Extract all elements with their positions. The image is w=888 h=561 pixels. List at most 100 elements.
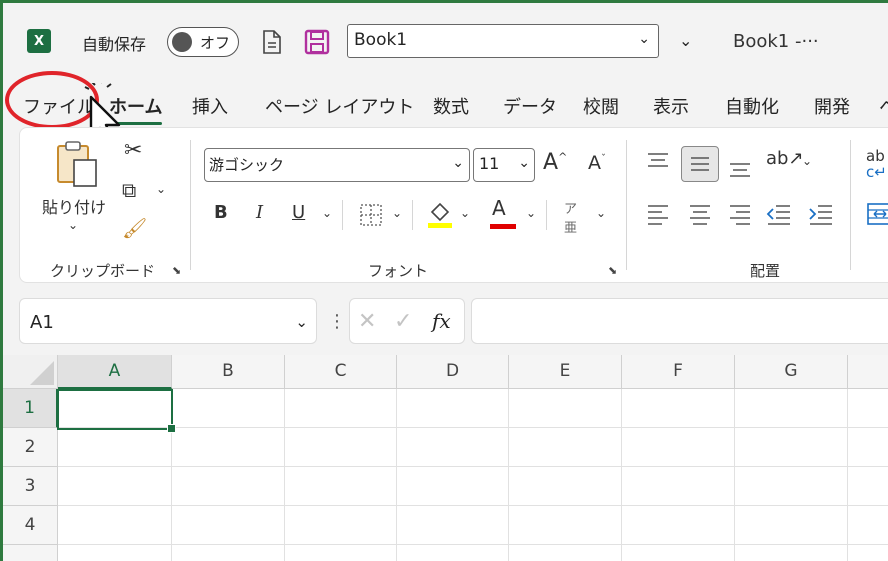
grid-cell[interactable] bbox=[622, 389, 735, 428]
grid-cell[interactable] bbox=[622, 428, 735, 467]
font-launcher-icon[interactable]: ⬊ bbox=[608, 264, 617, 277]
italic-button[interactable]: I bbox=[256, 202, 263, 223]
column-header-c[interactable]: C bbox=[285, 355, 397, 389]
grid-cell[interactable] bbox=[622, 467, 735, 506]
grid-cell[interactable] bbox=[848, 545, 888, 561]
tab-formulas[interactable]: 数式 bbox=[433, 93, 469, 119]
fill-color-chevron-down-icon[interactable]: ⌄ bbox=[460, 206, 470, 220]
increase-indent-icon[interactable] bbox=[808, 202, 834, 226]
align-right-icon[interactable] bbox=[728, 202, 752, 226]
grid-cell[interactable] bbox=[735, 467, 848, 506]
grid-cell[interactable] bbox=[397, 389, 509, 428]
grid-cell[interactable] bbox=[509, 389, 622, 428]
grid-cell[interactable] bbox=[397, 506, 509, 545]
grid-cell[interactable] bbox=[58, 467, 172, 506]
grid-cell[interactable] bbox=[172, 389, 285, 428]
font-size-combobox[interactable]: 11 ⌄ bbox=[473, 148, 535, 182]
grid-cell[interactable] bbox=[735, 545, 848, 561]
grid-cell[interactable] bbox=[735, 389, 848, 428]
column-header-f[interactable]: F bbox=[622, 355, 735, 389]
active-cell-a1[interactable] bbox=[57, 389, 176, 433]
align-bottom-icon[interactable] bbox=[728, 156, 752, 180]
row-header-5[interactable] bbox=[3, 545, 58, 561]
grid-cell[interactable] bbox=[848, 506, 888, 545]
phonetic-chevron-down-icon[interactable]: ⌄ bbox=[596, 206, 606, 220]
bold-button[interactable]: B bbox=[214, 202, 228, 223]
grid-cell[interactable] bbox=[397, 467, 509, 506]
document-save-location-icon[interactable] bbox=[261, 29, 283, 55]
format-painter-icon[interactable]: 🖌 bbox=[122, 216, 147, 240]
borders-chevron-down-icon[interactable]: ⌄ bbox=[392, 206, 402, 220]
row-header-1[interactable]: 1 bbox=[3, 389, 58, 428]
formula-input[interactable] bbox=[471, 298, 888, 344]
row-header-4[interactable]: 4 bbox=[3, 506, 58, 545]
font-name-combobox[interactable]: 游ゴシック ⌄ bbox=[204, 148, 470, 182]
grid-cell[interactable] bbox=[58, 545, 172, 561]
tab-automate[interactable]: 自動化 bbox=[725, 93, 779, 119]
tab-page-layout[interactable]: ページ レイアウト bbox=[265, 93, 414, 119]
enter-check-icon[interactable]: ✓ bbox=[394, 309, 412, 334]
more-options-icon[interactable]: ⋮ bbox=[328, 311, 346, 332]
grid-cell[interactable] bbox=[172, 467, 285, 506]
grid-cell[interactable] bbox=[848, 389, 888, 428]
grid-cell[interactable] bbox=[285, 506, 397, 545]
column-header-b[interactable]: B bbox=[172, 355, 285, 389]
align-left-icon[interactable] bbox=[646, 202, 670, 226]
grid-cell[interactable] bbox=[172, 506, 285, 545]
borders-icon[interactable] bbox=[358, 202, 384, 228]
column-header-a[interactable]: A bbox=[58, 355, 172, 389]
grid-cell[interactable] bbox=[285, 467, 397, 506]
tab-view[interactable]: 表示 bbox=[653, 93, 689, 119]
grow-font-button[interactable]: A^ bbox=[543, 150, 567, 175]
align-top-icon[interactable] bbox=[646, 150, 670, 174]
filename-combobox[interactable]: Book1 ⌄ bbox=[347, 24, 659, 58]
shrink-font-button[interactable]: Aˇ bbox=[588, 152, 606, 174]
grid-cell[interactable] bbox=[509, 428, 622, 467]
customize-qat-icon[interactable]: ⌄ bbox=[679, 31, 692, 50]
grid-cell[interactable] bbox=[622, 545, 735, 561]
align-middle-button[interactable] bbox=[681, 146, 719, 182]
tab-data[interactable]: データ bbox=[503, 93, 557, 119]
align-center-icon[interactable] bbox=[688, 202, 712, 226]
tab-help[interactable]: ヘ bbox=[879, 93, 888, 119]
fill-color-icon[interactable] bbox=[426, 198, 454, 230]
grid-cell[interactable] bbox=[848, 467, 888, 506]
decrease-indent-icon[interactable] bbox=[766, 202, 792, 226]
paste-label[interactable]: 貼り付け bbox=[42, 194, 106, 218]
column-header-h[interactable] bbox=[848, 355, 888, 389]
underline-button[interactable]: U bbox=[292, 202, 305, 223]
grid-cell[interactable] bbox=[848, 428, 888, 467]
wrap-text-icon[interactable]: ab c↵ bbox=[866, 148, 887, 180]
grid-cell[interactable] bbox=[285, 428, 397, 467]
tab-review[interactable]: 校閲 bbox=[583, 93, 619, 119]
font-color-chevron-down-icon[interactable]: ⌄ bbox=[526, 206, 536, 220]
grid-cell[interactable] bbox=[172, 428, 285, 467]
name-box[interactable]: A1 ⌄ bbox=[19, 298, 317, 344]
grid-cell[interactable] bbox=[172, 545, 285, 561]
grid-cell[interactable] bbox=[397, 428, 509, 467]
cut-scissors-icon[interactable]: ✂ bbox=[124, 138, 142, 163]
column-header-e[interactable]: E bbox=[509, 355, 622, 389]
autosave-toggle[interactable]: オフ bbox=[167, 27, 239, 57]
insert-function-icon[interactable]: fx bbox=[432, 309, 451, 333]
grid-cell[interactable] bbox=[509, 467, 622, 506]
tab-developer[interactable]: 開発 bbox=[814, 93, 850, 119]
grid-cell[interactable] bbox=[622, 506, 735, 545]
cancel-x-icon[interactable]: ✕ bbox=[358, 309, 376, 334]
column-header-g[interactable]: G bbox=[735, 355, 848, 389]
grid-cell[interactable] bbox=[58, 506, 172, 545]
font-color-button[interactable]: A bbox=[490, 196, 516, 229]
save-icon[interactable] bbox=[304, 29, 330, 55]
paste-chevron-down-icon[interactable]: ⌄ bbox=[68, 218, 78, 232]
copy-chevron-down-icon[interactable]: ⌄ bbox=[156, 182, 166, 196]
grid-cell[interactable] bbox=[285, 389, 397, 428]
orientation-icon[interactable]: ab↗ bbox=[766, 148, 804, 169]
grid-cell[interactable] bbox=[735, 428, 848, 467]
clipboard-launcher-icon[interactable]: ⬊ bbox=[172, 264, 181, 277]
underline-chevron-down-icon[interactable]: ⌄ bbox=[322, 206, 332, 220]
merge-center-icon[interactable] bbox=[866, 200, 888, 228]
select-all-corner[interactable] bbox=[3, 355, 58, 389]
column-header-d[interactable]: D bbox=[397, 355, 509, 389]
paste-clipboard-icon[interactable] bbox=[54, 140, 100, 188]
row-header-3[interactable]: 3 bbox=[3, 467, 58, 506]
